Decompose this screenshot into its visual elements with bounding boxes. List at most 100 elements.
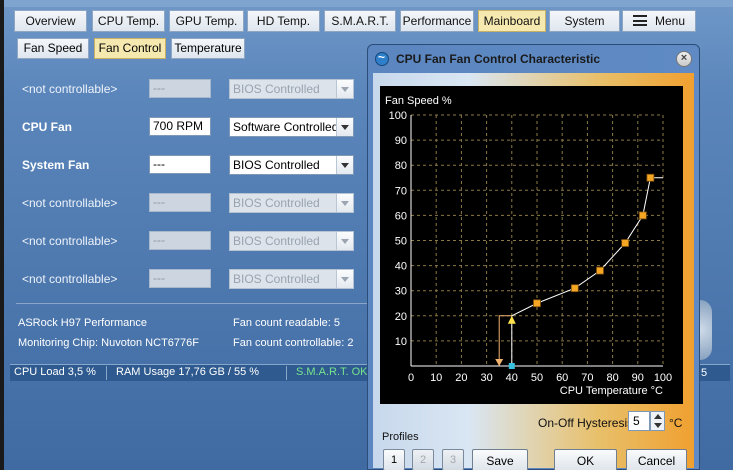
fan-rpm-field: --- xyxy=(149,193,211,212)
fan-control-dialog: CPU Fan Fan Control Characteristic × 0 10… xyxy=(367,44,700,470)
fan-row: <not controllable> --- BIOS Controlled xyxy=(22,231,362,253)
fan-mode-value: BIOS Controlled xyxy=(233,196,320,210)
y-tick-label: 10 xyxy=(395,336,407,348)
x-axis-title: CPU Temperature °C xyxy=(560,385,663,397)
start-up-arrow xyxy=(507,315,516,324)
hysteresis-input[interactable]: 5 xyxy=(628,411,650,431)
curve-control-point xyxy=(596,266,604,275)
board-name: ASRock H97 Performance xyxy=(18,317,147,329)
fan-row-cpu: CPU Fan 700 RPM Software Controlled xyxy=(22,117,362,139)
monitoring-chip: Monitoring Chip: Nuvoton NCT6776F xyxy=(18,337,199,349)
fan-label: <not controllable> xyxy=(22,196,118,210)
status-cpu-load: CPU Load 3,5 % xyxy=(14,366,96,378)
status-edge-number: 5 xyxy=(701,367,708,379)
y-tick-label: 100 xyxy=(389,110,407,122)
x-tick-label: 0 xyxy=(408,372,414,384)
y-tick-label: 80 xyxy=(395,160,407,172)
chart-panel: 0 10 20 30 40 50 60 70 80 90 100 10 20 30 40 50 60 70 80 90… xyxy=(380,86,683,404)
chevron-down-icon xyxy=(336,270,353,288)
tab-hd-temp[interactable]: HD Temp. xyxy=(247,10,320,32)
menu-button[interactable]: Menu xyxy=(622,10,696,32)
tab-performance[interactable]: Performance xyxy=(400,10,474,32)
curve-control-point xyxy=(621,239,630,247)
chevron-down-icon xyxy=(336,194,353,212)
fan-mode-select[interactable]: BIOS Controlled xyxy=(229,155,354,175)
x-tick-label: 10 xyxy=(430,372,442,384)
curve-control-point xyxy=(570,284,579,293)
fan-mode-value: BIOS Controlled xyxy=(233,272,320,286)
status-separator xyxy=(106,366,107,380)
profiles-label: Profiles xyxy=(382,431,419,443)
fan-label: <not controllable> xyxy=(22,272,118,286)
subtab-fan-control[interactable]: Fan Control xyxy=(94,38,166,59)
x-tick-label: 30 xyxy=(480,372,492,384)
profile-button-2[interactable]: 2 xyxy=(412,449,434,470)
profile-button-1[interactable]: 1 xyxy=(383,449,405,470)
fan-rpm-field: 700 RPM xyxy=(149,117,211,136)
fan-count-readable: Fan count readable: 5 xyxy=(233,317,341,329)
tab-overview[interactable]: Overview xyxy=(14,10,87,32)
tab-cpu-temp[interactable]: CPU Temp. xyxy=(92,10,165,32)
y-tick-label: 20 xyxy=(395,311,407,323)
hysteresis-label: On-Off Hysteresis xyxy=(538,416,634,430)
hamburger-menu-icon xyxy=(632,15,647,26)
dialog-title: CPU Fan Fan Control Characteristic xyxy=(396,52,601,66)
hysteresis-spinner-icon[interactable] xyxy=(650,411,665,431)
chevron-down-icon xyxy=(336,80,353,98)
x-tick-label: 60 xyxy=(556,372,568,384)
fan-row: <not controllable> --- BIOS Controlled xyxy=(22,269,362,291)
chevron-down-icon[interactable] xyxy=(336,156,353,174)
subtab-fan-speed[interactable]: Fan Speed xyxy=(17,38,89,59)
fan-mode-value: BIOS Controlled xyxy=(233,82,320,96)
chevron-down-icon[interactable] xyxy=(336,118,353,136)
menu-label: Menu xyxy=(654,14,686,28)
window-frame xyxy=(4,0,733,7)
x-tick-label: 90 xyxy=(632,372,644,384)
fan-mode-select: BIOS Controlled xyxy=(229,193,354,213)
tab-mainboard[interactable]: Mainboard xyxy=(478,10,546,32)
app-logo-icon xyxy=(375,50,389,66)
y-tick-label: 70 xyxy=(395,185,407,197)
fan-curve-chart[interactable]: 0 10 20 30 40 50 60 70 80 90 100 10 20 30 40 50 60 70 80 90… xyxy=(380,86,683,404)
x-tick-label: 20 xyxy=(455,372,467,384)
tab-smart[interactable]: S.M.A.R.T. xyxy=(324,10,396,32)
cancel-button[interactable]: Cancel xyxy=(626,449,687,470)
fan-mode-select: BIOS Controlled xyxy=(229,269,354,289)
hysteresis-down-arrow xyxy=(495,359,504,366)
subtab-temperature[interactable]: Temperature xyxy=(171,38,245,59)
curve-control-point xyxy=(533,299,541,308)
fan-rpm-field: --- xyxy=(149,79,211,98)
fan-label: System Fan xyxy=(22,158,90,172)
fan-label: <not controllable> xyxy=(22,234,118,248)
status-ram-usage: RAM Usage 17,76 GB / 55 % xyxy=(116,366,260,378)
x-tick-label: 40 xyxy=(506,372,518,384)
tab-system[interactable]: System xyxy=(549,10,620,32)
dialog-body: 0 10 20 30 40 50 60 70 80 90 100 10 20 30 40 50 60 70 80 90… xyxy=(373,73,694,470)
fan-mode-value: BIOS Controlled xyxy=(233,234,320,248)
fan-mode-value: Software Controlled xyxy=(233,120,339,134)
y-tick-label: 30 xyxy=(395,286,407,298)
fan-mode-select[interactable]: Software Controlled xyxy=(229,117,354,137)
fan-mode-select: BIOS Controlled xyxy=(229,79,354,99)
status-separator xyxy=(286,366,287,380)
profile-button-3[interactable]: 3 xyxy=(442,449,464,470)
fan-rpm-field: --- xyxy=(149,269,211,288)
chevron-down-icon xyxy=(336,232,353,250)
curve-control-point xyxy=(638,211,647,220)
fan-row: <not controllable> --- BIOS Controlled xyxy=(22,193,362,215)
x-tick-label: 50 xyxy=(531,372,543,384)
x-tick-label: 100 xyxy=(654,372,672,384)
fan-label: <not controllable> xyxy=(22,82,118,96)
y-axis-title: Fan Speed % xyxy=(385,95,452,107)
curve-control-point xyxy=(646,173,655,182)
fan-row: <not controllable> --- BIOS Controlled xyxy=(22,79,362,101)
ok-button[interactable]: OK xyxy=(554,449,617,470)
fan-count-controllable: Fan count controllable: 2 xyxy=(233,337,354,349)
tab-gpu-temp[interactable]: GPU Temp. xyxy=(169,10,244,32)
x-tick-label: 80 xyxy=(606,372,618,384)
fan-mode-select: BIOS Controlled xyxy=(229,231,354,251)
save-button[interactable]: Save xyxy=(472,449,528,470)
status-smart: S.M.A.R.T. OK xyxy=(296,366,368,378)
close-icon[interactable]: × xyxy=(676,51,692,67)
fan-row-system: System Fan --- BIOS Controlled xyxy=(22,155,362,177)
